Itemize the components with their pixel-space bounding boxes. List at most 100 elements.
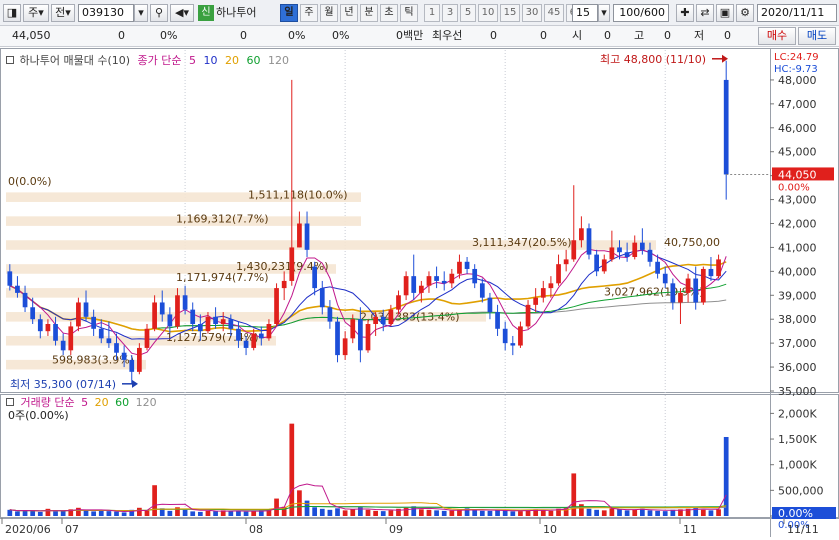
candle-body bbox=[601, 259, 607, 272]
volume-bar bbox=[617, 509, 622, 516]
date-axis-label: 08 bbox=[249, 523, 263, 536]
market-select[interactable]: 주▾ bbox=[23, 4, 49, 22]
candle-body bbox=[7, 271, 13, 286]
price-axis-label: 39,000 bbox=[778, 289, 817, 302]
volume-axis-label: 1,000K bbox=[778, 459, 817, 472]
volume-bar bbox=[205, 510, 211, 516]
date-input[interactable]: 2020/11/11 bbox=[757, 4, 837, 22]
volume-profile-label: 598,983(3.9%) bbox=[52, 353, 134, 366]
volume-bar bbox=[548, 510, 554, 516]
volume-bar bbox=[479, 510, 485, 516]
panel-menu-icon[interactable] bbox=[6, 56, 14, 64]
candle-body bbox=[243, 340, 249, 348]
period-button-1[interactable]: 주 bbox=[300, 4, 318, 22]
volume-bar bbox=[449, 510, 455, 516]
code-dropdown-icon[interactable]: ▾ bbox=[134, 4, 148, 22]
price-axis-label: 41,000 bbox=[778, 241, 817, 254]
chart-menu-icon[interactable]: ◨ bbox=[3, 4, 21, 22]
volume-bar bbox=[518, 511, 523, 516]
candle-body bbox=[342, 338, 348, 356]
indicator-label: 하나투어 매물대 수(10) bbox=[19, 54, 131, 67]
minute-button-1[interactable]: 1 bbox=[424, 4, 440, 22]
period-button-5[interactable]: 초 bbox=[380, 4, 398, 22]
volume-profile-label: 3,111,347(20.5%) bbox=[472, 236, 572, 249]
candle-body bbox=[662, 273, 668, 284]
volume-bar bbox=[45, 508, 51, 516]
volume-bar bbox=[418, 509, 424, 516]
volume-panel-icon[interactable] bbox=[6, 398, 14, 406]
volume-bar bbox=[60, 510, 66, 516]
period-button-0[interactable]: 일 bbox=[280, 4, 298, 22]
sell-button[interactable]: 매도 bbox=[798, 27, 836, 45]
candle-body bbox=[289, 247, 295, 281]
volume-bar bbox=[228, 511, 234, 516]
period-button-3[interactable]: 년 bbox=[340, 4, 358, 22]
price-axis-label: 45,000 bbox=[778, 146, 817, 159]
volume-bar bbox=[388, 510, 394, 516]
price-chart-svg[interactable]: 0(0.0%) 1,511,118(10.0%) 1,169,312(7.7%) 3,… bbox=[0, 48, 839, 537]
candle-body bbox=[106, 338, 112, 344]
candle-body bbox=[358, 319, 363, 351]
period-button-6[interactable]: 틱 bbox=[400, 4, 418, 22]
candle-body bbox=[678, 292, 683, 303]
candle-body bbox=[304, 223, 310, 250]
candle-body bbox=[15, 285, 20, 293]
candle-body bbox=[396, 295, 401, 310]
volume-bar bbox=[137, 507, 142, 516]
volume-bar bbox=[708, 510, 714, 516]
candle-body bbox=[479, 283, 485, 298]
period-button-4[interactable]: 분 bbox=[360, 4, 378, 22]
interval-input[interactable]: 15 bbox=[572, 4, 598, 22]
candle-body bbox=[700, 268, 706, 303]
volume-bar bbox=[114, 511, 119, 516]
minute-button-5[interactable]: 5 bbox=[460, 4, 476, 22]
period-button-2[interactable]: 월 bbox=[320, 4, 338, 22]
volume-bar bbox=[670, 509, 676, 516]
volume-bar bbox=[98, 510, 104, 516]
volume-axis-label-zero: 0.00% bbox=[778, 507, 813, 520]
candle-body bbox=[502, 328, 508, 344]
candle-body bbox=[98, 328, 104, 339]
ma-label: 종가 단순 bbox=[137, 54, 182, 67]
volume-bar bbox=[403, 507, 409, 516]
minute-button-3[interactable]: 3 bbox=[442, 4, 458, 22]
volume-bar bbox=[700, 509, 706, 516]
volume-bar bbox=[197, 511, 203, 516]
volume-profile-label: 1,511,118(10.0%) bbox=[248, 188, 348, 201]
stock-code-input[interactable]: 039130 bbox=[78, 4, 134, 22]
price-legend: 하나투어 매물대 수(10) 종가 단순 5 10 20 60 120 bbox=[6, 52, 293, 68]
search-icon[interactable]: ⚲ bbox=[150, 4, 168, 22]
candle-body bbox=[83, 302, 89, 317]
sound-icon[interactable]: ◀▾ bbox=[170, 4, 194, 22]
crosshair-icon[interactable]: ✚ bbox=[676, 4, 694, 22]
volume-bar bbox=[571, 473, 577, 516]
interval-dropdown-icon[interactable]: ▾ bbox=[598, 4, 610, 22]
candle-body bbox=[220, 319, 226, 324]
minute-button-30[interactable]: 30 bbox=[522, 4, 542, 22]
candle-body bbox=[411, 276, 417, 293]
volume-bar bbox=[144, 510, 150, 516]
prev-select[interactable]: 전▾ bbox=[51, 4, 75, 22]
ma20-label: 20 bbox=[225, 54, 240, 67]
volume-bar bbox=[190, 511, 196, 516]
date-axis-label: 10 bbox=[543, 523, 557, 536]
minute-button-45[interactable]: 45 bbox=[544, 4, 564, 22]
volume-bar bbox=[647, 510, 653, 516]
count-input[interactable]: 100/600 bbox=[613, 4, 669, 22]
minute-button-15[interactable]: 15 bbox=[500, 4, 520, 22]
chart-area[interactable]: 0(0.0%) 1,511,118(10.0%) 1,169,312(7.7%) 3,… bbox=[0, 48, 839, 537]
gear-icon[interactable]: ⚙ bbox=[736, 4, 754, 22]
candle-body bbox=[403, 276, 409, 296]
buy-button[interactable]: 매수 bbox=[758, 27, 796, 45]
minute-button-10[interactable]: 10 bbox=[478, 4, 498, 22]
candle-body bbox=[548, 283, 554, 289]
candle-body bbox=[190, 309, 196, 324]
compare-icon[interactable]: ⇄ bbox=[696, 4, 714, 22]
volume-bar bbox=[495, 510, 500, 516]
volume-axis-label: 500,000 bbox=[778, 484, 824, 497]
candle-body bbox=[60, 340, 66, 351]
high-marker-label: 최고 48,800 (11/10) bbox=[600, 53, 706, 66]
candle-body bbox=[426, 276, 432, 286]
save-icon[interactable]: ▣ bbox=[716, 4, 734, 22]
candle-body bbox=[76, 302, 81, 327]
